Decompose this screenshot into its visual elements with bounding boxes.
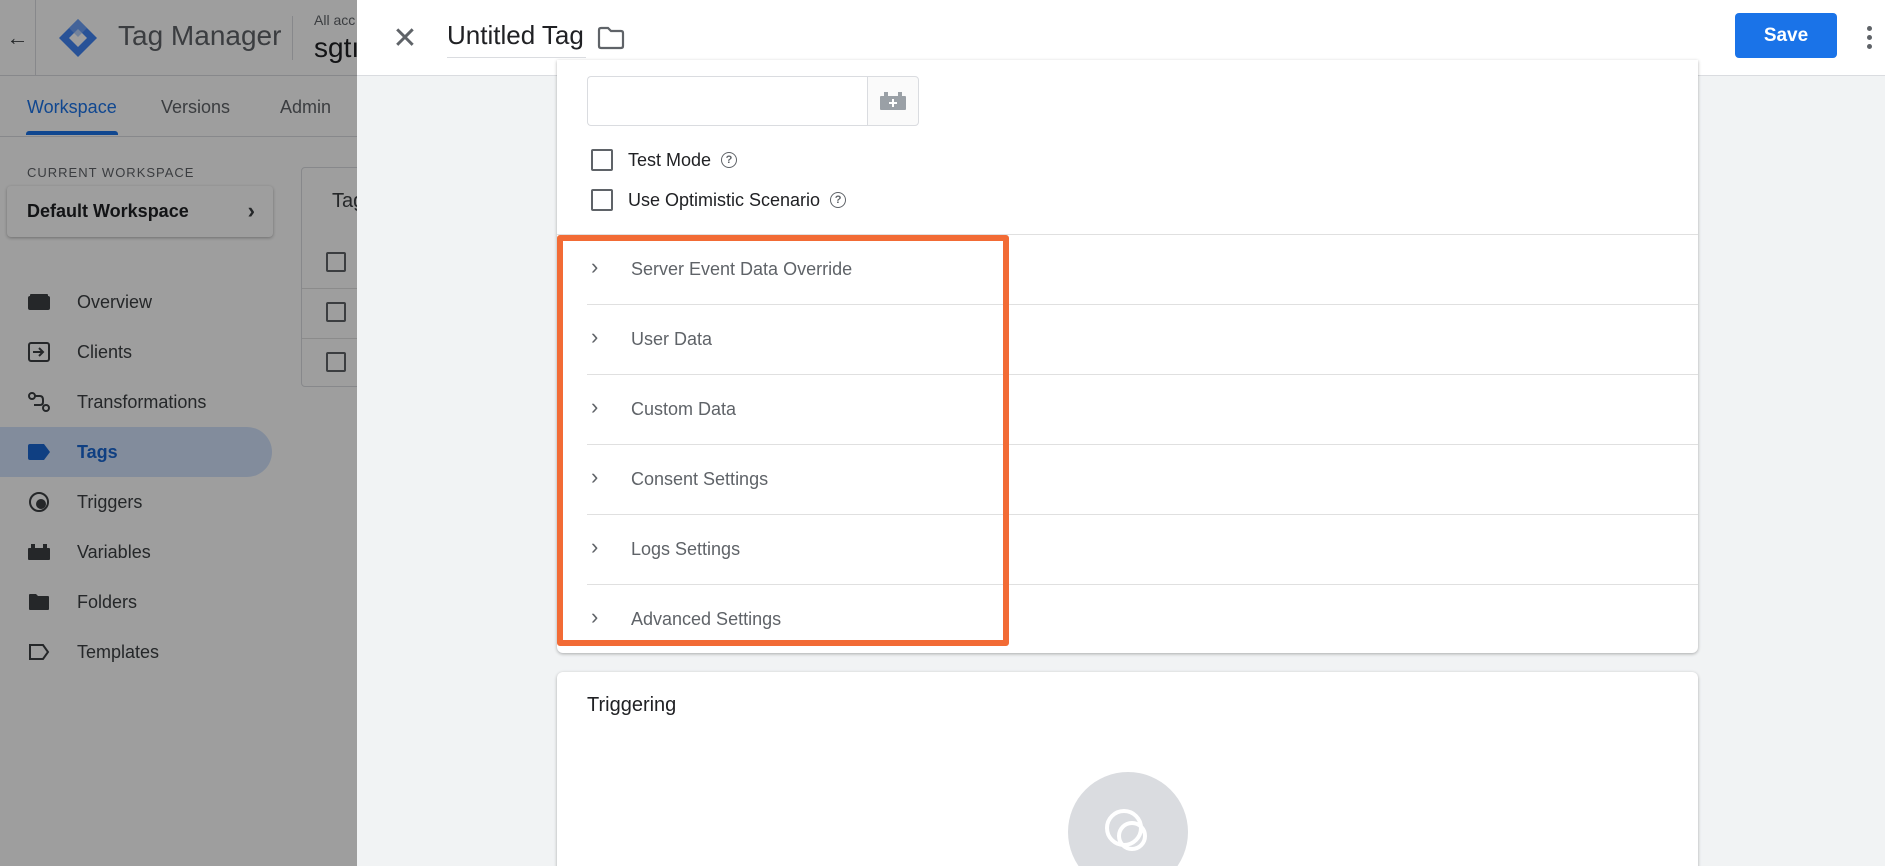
add-variable-icon: [880, 92, 906, 110]
chevron-right-icon: ›: [591, 324, 599, 349]
chevron-right-icon: ›: [591, 534, 599, 559]
section-user-data[interactable]: › User Data: [587, 305, 1698, 375]
chevron-right-icon: ›: [591, 464, 599, 489]
test-mode-label: Test Mode: [628, 149, 712, 170]
variable-picker-button[interactable]: [867, 76, 919, 126]
tag-name-field[interactable]: Untitled Tag: [447, 20, 586, 58]
tag-configuration-card: Test Mode ? Use Optimistic Scenario ? › …: [557, 60, 1698, 653]
optimistic-scenario-label: Use Optimistic Scenario: [628, 189, 821, 210]
section-label: Consent Settings: [631, 469, 769, 489]
section-consent-settings[interactable]: › Consent Settings: [587, 445, 1698, 515]
section-label: Server Event Data Override: [631, 259, 853, 279]
section-label: User Data: [631, 329, 713, 349]
chevron-right-icon: ›: [591, 604, 599, 629]
section-label: Advanced Settings: [631, 609, 782, 629]
triggering-title: Triggering: [587, 694, 677, 716]
help-icon[interactable]: ?: [830, 192, 847, 208]
chevron-right-icon: ›: [591, 254, 599, 279]
folder-icon[interactable]: [597, 26, 625, 50]
section-advanced-settings[interactable]: › Advanced Settings: [587, 585, 1698, 655]
close-icon[interactable]: ✕: [387, 20, 423, 56]
trigger-placeholder-icon[interactable]: [1068, 772, 1188, 866]
help-icon[interactable]: ?: [721, 152, 738, 168]
value-input[interactable]: [587, 76, 867, 126]
tag-editor-sheet: ✕ Untitled Tag Save Test Mode ? Use Opti…: [357, 0, 1885, 866]
section-server-event-data-override[interactable]: › Server Event Data Override: [587, 235, 1698, 305]
optimistic-scenario-row: Use Optimistic Scenario ?: [591, 188, 847, 212]
section-label: Logs Settings: [631, 539, 741, 559]
chevron-right-icon: ›: [591, 394, 599, 419]
save-button[interactable]: Save: [1735, 13, 1837, 58]
test-mode-checkbox[interactable]: [591, 149, 613, 171]
triggering-card[interactable]: Triggering: [557, 672, 1698, 866]
test-mode-row: Test Mode ?: [591, 148, 738, 172]
section-logs-settings[interactable]: › Logs Settings: [587, 515, 1698, 585]
optimistic-scenario-checkbox[interactable]: [591, 189, 613, 211]
section-custom-data[interactable]: › Custom Data: [587, 375, 1698, 445]
section-label: Custom Data: [631, 399, 737, 419]
more-vert-icon[interactable]: [1861, 20, 1877, 54]
